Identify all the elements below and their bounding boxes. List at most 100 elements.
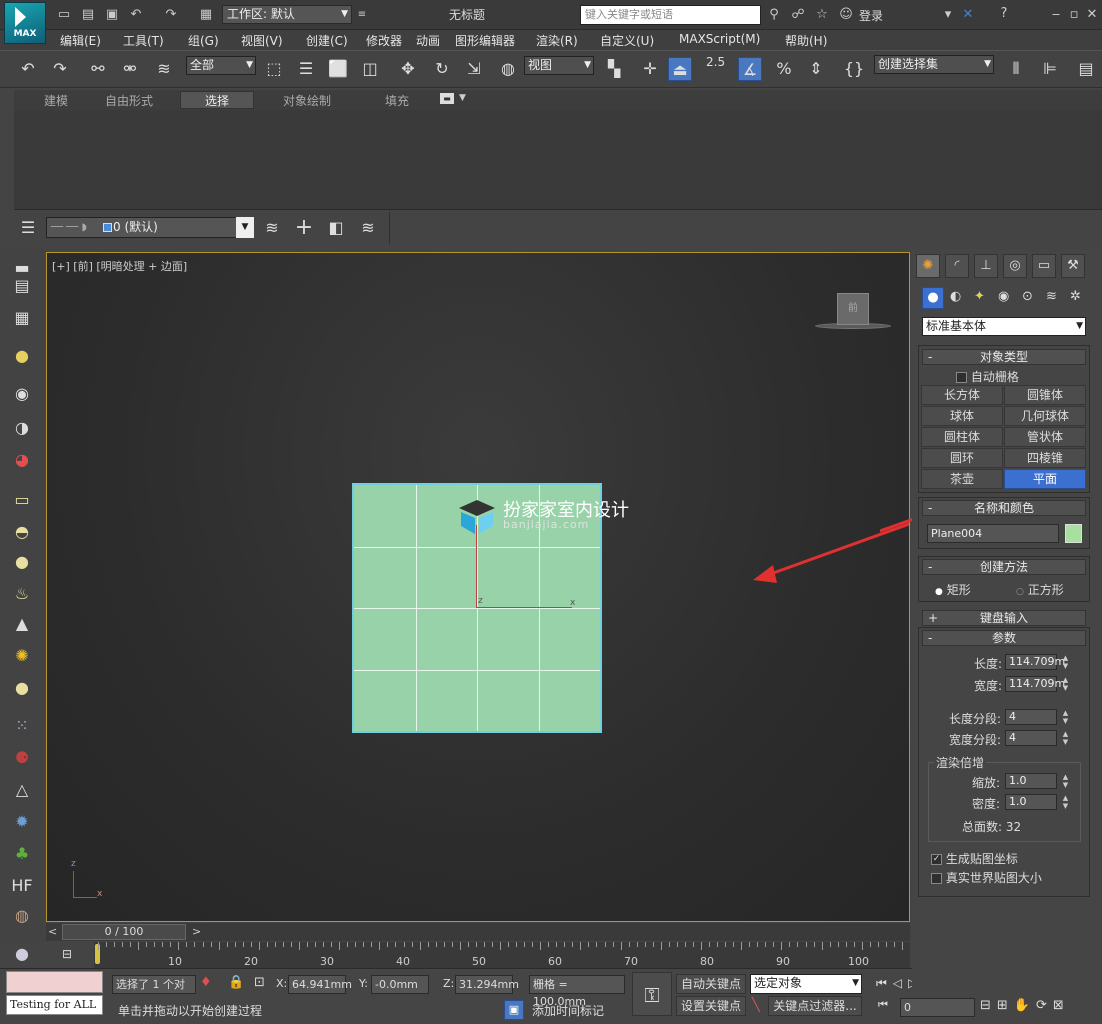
create-tab-icon[interactable]: ✺ (916, 254, 940, 278)
set-current-layer-icon[interactable]: ≋ (356, 216, 380, 240)
particle-grid-icon[interactable]: ⁙ (10, 714, 34, 738)
select-place-icon[interactable]: ◍ (496, 57, 520, 81)
spacewarps-category-icon[interactable]: ≋ (1046, 289, 1057, 304)
geosphere-button[interactable]: 几何球体 (1004, 406, 1086, 426)
plane-object-icon[interactable]: ▭ (10, 488, 34, 512)
density-field[interactable]: 1.0 (1005, 794, 1057, 810)
sphere-button[interactable]: 球体 (921, 406, 1003, 426)
length-segs-spinner-icon[interactable]: ▲ ▼ (1061, 709, 1070, 725)
edit-named-selection-icon[interactable]: {} (842, 57, 866, 81)
exchange-x-icon[interactable]: ✕ (960, 7, 976, 23)
keyboard-entry-header[interactable]: + 键盘输入 (922, 610, 1086, 626)
set-key-button[interactable]: 设置关键点 (676, 996, 746, 1016)
width-segs-spinner-icon[interactable]: ▲ ▼ (1061, 730, 1070, 746)
dome-object-icon[interactable]: ◓ (10, 520, 34, 544)
redo-icon[interactable]: ↷ (48, 57, 72, 81)
scale-spinner-icon[interactable]: ▲ ▼ (1061, 773, 1070, 789)
absolute-mode-icon[interactable]: ⊡ (254, 975, 265, 990)
menu-create[interactable]: 创建(C) (306, 32, 348, 49)
length-spinner-icon[interactable]: ▲ ▼ (1061, 654, 1070, 670)
key-filters-button[interactable]: 关键点过滤器... (768, 996, 862, 1016)
object-category-dropdown[interactable]: 标准基本体 ▼ (922, 317, 1086, 336)
disc-object-icon[interactable]: ● (10, 676, 34, 700)
rectangle-radio[interactable]: ● 矩形 (935, 581, 971, 598)
light-bulb-icon[interactable]: ● (10, 344, 34, 368)
creation-method-header[interactable]: - 创建方法 (922, 559, 1086, 575)
menu-tools[interactable]: 工具(T) (123, 32, 164, 49)
bind-to-spacewarp-icon[interactable]: ≋ (152, 57, 176, 81)
select-object-icon[interactable]: ⬚ (262, 57, 286, 81)
menu-modifiers[interactable]: 修改器 (366, 32, 402, 49)
select-by-name-icon[interactable]: ☰ (294, 57, 318, 81)
add-time-tag-button[interactable]: 添加时间标记 (532, 1002, 604, 1019)
ribbon-tab-selection[interactable]: 选择 (205, 92, 229, 109)
create-layer-icon[interactable]: ≋ (260, 216, 284, 240)
object-name-field[interactable]: Plane004 (927, 524, 1059, 543)
new-file-icon[interactable]: ▭ (56, 7, 72, 23)
sphere-object-icon[interactable]: ● (10, 550, 34, 574)
torus-button[interactable]: 圆环 (921, 448, 1003, 468)
current-frame-field[interactable]: 0 (900, 998, 975, 1017)
y-coordinate-field[interactable]: -0.0mm (371, 975, 429, 994)
save-file-icon[interactable]: ▣ (104, 7, 120, 23)
login-button[interactable]: 登录 (859, 7, 883, 24)
spinner-snap-icon[interactable]: ⇕ (804, 57, 828, 81)
time-slider-thumb[interactable]: 0 / 100 (62, 924, 186, 940)
menu-edit[interactable]: 编辑(E) (60, 32, 101, 49)
cone-button[interactable]: 圆锥体 (1004, 385, 1086, 405)
parameters-header[interactable]: - 参数 (922, 630, 1086, 646)
menu-help[interactable]: 帮助(H) (785, 32, 827, 49)
communication-center-icon[interactable]: ☍ (790, 7, 806, 23)
cone-object-icon[interactable]: ▲ (10, 612, 34, 636)
material-sphere-icon[interactable]: ● (10, 942, 34, 966)
percent-snap-icon[interactable]: % (772, 57, 796, 81)
scale-field[interactable]: 1.0 (1005, 773, 1057, 789)
menu-views[interactable]: 视图(V) (241, 32, 283, 49)
box-button[interactable]: 长方体 (921, 385, 1003, 405)
systems-category-icon[interactable]: ✲ (1070, 289, 1081, 304)
time-next-arrow-icon[interactable]: > (192, 925, 201, 938)
project-folder-icon[interactable]: ▦ (198, 7, 214, 23)
display-tab-icon[interactable]: ▭ (1032, 254, 1056, 278)
helpers-category-icon[interactable]: ⊙ (1022, 289, 1033, 304)
ribbon-tab-freeform[interactable]: 自由形式 (105, 92, 153, 109)
align-icon[interactable]: ⊫ (1038, 57, 1062, 81)
viewport-front[interactable]: [+] [前] [明暗处理 + 边面] 前 z x 扮家家室内设计 banjia… (46, 252, 910, 922)
undo-icon[interactable]: ↶ (128, 7, 144, 23)
list-panel-icon[interactable]: ▤ (10, 274, 34, 298)
chevron-down-icon[interactable]: ▼ (236, 217, 254, 238)
utilities-tab-icon[interactable]: ⚒ (1061, 254, 1085, 278)
select-manipulate-icon[interactable]: ✛ (638, 57, 662, 81)
menu-group[interactable]: 组(G) (188, 32, 219, 49)
pyramid-button[interactable]: 四棱锥 (1004, 448, 1086, 468)
cylinder-button[interactable]: 圆柱体 (921, 427, 1003, 447)
maxscript-listener-pink[interactable] (6, 971, 103, 993)
snap-toggle-value[interactable]: 2.5 (706, 55, 725, 69)
unlink-icon[interactable]: ⚮ (118, 57, 142, 81)
rect-selection-icon[interactable]: ⬜ (326, 57, 350, 81)
help-icon[interactable]: ? (996, 6, 1012, 22)
selection-filter-dropdown[interactable]: 全部 ▼ (186, 56, 256, 75)
square-radio[interactable]: ○ 正方形 (1016, 581, 1064, 598)
maxscript-listener-white[interactable]: Testing for ALL (6, 995, 103, 1015)
viewport-nav-controls-bottom[interactable]: ⊟⊞✋⟳⊠ (980, 998, 1070, 1013)
reference-coordinate-dropdown[interactable]: 视图 ▼ (524, 56, 594, 75)
x-coordinate-field[interactable]: 64.941mm (288, 975, 352, 994)
lights-category-icon[interactable]: ✦ (974, 289, 985, 304)
go-to-start-icon[interactable]: ⏮ (878, 998, 888, 1012)
width-spinner-icon[interactable]: ▲ ▼ (1061, 676, 1070, 692)
select-scale-icon[interactable]: ⇲ (462, 57, 486, 81)
window-crossing-icon[interactable]: ◫ (358, 57, 382, 81)
selection-lock-icon[interactable]: 🔒 (228, 975, 244, 990)
curve-editor-icon[interactable]: ⊟ (56, 944, 78, 964)
menu-toggle-icon[interactable]: ≡ (354, 7, 370, 23)
dropdown-arrow-icon[interactable]: ▾ (940, 7, 956, 23)
user-icon[interactable]: ☺ (838, 7, 854, 23)
layer-explorer-icon[interactable]: ▤ (1074, 57, 1098, 81)
chevron-down-icon[interactable]: ▼ (459, 93, 466, 103)
current-layer-dropdown[interactable]: ── ── ◗ 0 (默认) (46, 217, 254, 238)
ribbon-toggle-icon[interactable]: ▬ (440, 93, 454, 104)
time-tag-icon[interactable]: ▣ (504, 1000, 524, 1020)
minimize-icon[interactable]: ‒ (1048, 7, 1064, 23)
length-segs-field[interactable]: 4 (1005, 709, 1057, 725)
